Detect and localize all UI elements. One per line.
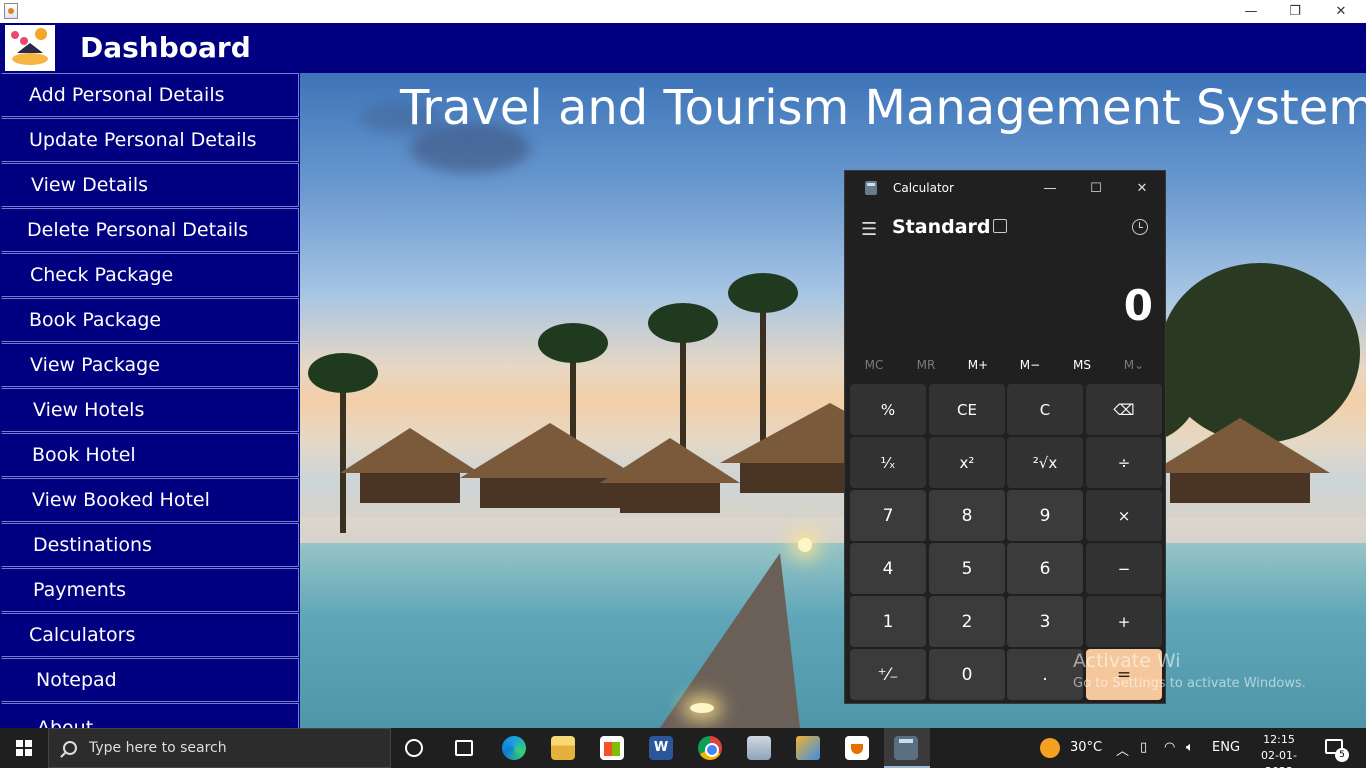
subtract-key[interactable]: − [1086, 543, 1162, 594]
memory-recall-button[interactable]: MR [900, 358, 952, 372]
cortana-icon[interactable] [405, 739, 423, 757]
chevron-up-icon[interactable]: ︿ [1116, 740, 1129, 759]
app-icon[interactable] [747, 736, 771, 760]
virtualbox-icon[interactable] [796, 736, 820, 760]
memory-store-button[interactable]: MS [1056, 358, 1108, 372]
calculator-display: 0 [1123, 281, 1153, 330]
window-restore-button[interactable]: ❐ [1272, 0, 1318, 23]
calculator-mode: Standard [892, 216, 991, 238]
sidebar-item-view-hotels[interactable]: View Hotels [1, 388, 299, 432]
search-placeholder: Type here to search [89, 740, 227, 756]
multiply-key[interactable]: × [1086, 490, 1162, 541]
search-icon [63, 741, 77, 755]
system-clock[interactable]: 12:15 02-01-2023 [1248, 732, 1310, 768]
calculator-window: Calculator — ☐ ✕ ☰ Standard 0 MC MR M+ M… [844, 170, 1166, 704]
sidebar-item-payments[interactable]: Payments [1, 568, 299, 612]
memory-clear-button[interactable]: MC [848, 358, 900, 372]
digit-7-key[interactable]: 7 [850, 490, 926, 541]
calculator-app-icon [865, 181, 877, 195]
keep-on-top-icon[interactable] [993, 219, 1007, 233]
task-view-icon[interactable] [455, 740, 473, 756]
header-bar: Dashboard [0, 23, 1366, 73]
memory-subtract-button[interactable]: M− [1004, 358, 1056, 372]
edge-browser-icon[interactable] [502, 736, 526, 760]
file-explorer-icon[interactable] [551, 736, 575, 760]
clock-date: 02-01-2023 [1261, 749, 1297, 768]
microsoft-store-icon[interactable] [600, 736, 624, 760]
calculator-close-button[interactable]: ✕ [1127, 177, 1157, 199]
sidebar-item-view-package[interactable]: View Package [1, 343, 299, 387]
hamburger-menu-icon[interactable]: ☰ [861, 219, 877, 240]
weather-temperature[interactable]: 30°C [1070, 740, 1102, 755]
digit-8-key[interactable]: 8 [929, 490, 1005, 541]
language-indicator[interactable]: ENG [1212, 740, 1240, 755]
sidebar-item-about[interactable]: About [1, 703, 299, 728]
memory-list-button[interactable]: M⌄ [1108, 358, 1160, 372]
volume-icon[interactable]: 🔈︎ [1186, 740, 1194, 755]
windows-logo-icon [16, 740, 32, 756]
negate-key[interactable]: ⁺⁄₋ [850, 649, 926, 700]
calculator-title: Calculator [893, 181, 954, 195]
page-title: Dashboard [80, 31, 251, 64]
window-close-button[interactable]: ✕ [1318, 0, 1364, 23]
sidebar-item-view-booked-hotel[interactable]: View Booked Hotel [1, 478, 299, 522]
sidebar-item-add-personal-details[interactable]: Add Personal Details [1, 73, 299, 117]
digit-0-key[interactable]: 0 [929, 649, 1005, 700]
calculator-maximize-button[interactable]: ☐ [1081, 177, 1111, 199]
chrome-icon[interactable] [698, 736, 722, 760]
digit-1-key[interactable]: 1 [850, 596, 926, 647]
divide-key[interactable]: ÷ [1086, 437, 1162, 488]
sidebar-item-view-details[interactable]: View Details [1, 163, 299, 207]
window-titlebar: — ❐ ✕ [0, 0, 1366, 23]
main-heading: Travel and Tourism Management System [400, 80, 1366, 136]
digit-6-key[interactable]: 6 [1007, 543, 1083, 594]
percent-key[interactable]: % [850, 384, 926, 435]
add-key[interactable]: + [1086, 596, 1162, 647]
sidebar-item-destinations[interactable]: Destinations [1, 523, 299, 567]
sidebar-item-notepad[interactable]: Notepad [1, 658, 299, 702]
square-key[interactable]: x² [929, 437, 1005, 488]
beach-resort-background-image [300, 73, 1366, 728]
sidebar-item-delete-personal-details[interactable]: Delete Personal Details [1, 208, 299, 252]
sidebar-item-check-package[interactable]: Check Package [1, 253, 299, 297]
sidebar-menu: Add Personal Details Update Personal Det… [0, 73, 300, 728]
memory-add-button[interactable]: M+ [952, 358, 1004, 372]
history-icon[interactable] [1132, 219, 1148, 235]
java-icon[interactable] [845, 736, 869, 760]
window-minimize-button[interactable]: — [1228, 0, 1274, 23]
digit-4-key[interactable]: 4 [850, 543, 926, 594]
wifi-icon[interactable]: ◠ [1164, 740, 1175, 755]
digit-9-key[interactable]: 9 [1007, 490, 1083, 541]
sidebar-item-update-personal-details[interactable]: Update Personal Details [1, 118, 299, 162]
start-button[interactable] [0, 728, 48, 768]
notification-count-badge: 5 [1335, 748, 1349, 762]
clear-key[interactable]: C [1007, 384, 1083, 435]
taskbar: Type here to search W 30°C ︿ ▯ ◠ 🔈︎ ENG … [0, 728, 1366, 768]
calculator-taskbar-icon[interactable] [894, 736, 918, 760]
calculator-minimize-button[interactable]: — [1035, 177, 1065, 199]
clock-time: 12:15 [1263, 733, 1295, 746]
square-root-key[interactable]: ²√x [1007, 437, 1083, 488]
taskbar-search-box[interactable]: Type here to search [48, 728, 391, 768]
activate-windows-watermark: Activate Wi Go to Settings to activate W… [1073, 650, 1306, 691]
reciprocal-key[interactable]: ¹⁄ₓ [850, 437, 926, 488]
sidebar-item-calculators[interactable]: Calculators [1, 613, 299, 657]
decimal-key[interactable]: . [1007, 649, 1083, 700]
java-app-icon [4, 3, 18, 19]
clear-entry-key[interactable]: CE [929, 384, 1005, 435]
watermark-line-1: Activate Wi [1073, 650, 1181, 672]
watermark-line-2: Go to Settings to activate Windows. [1073, 676, 1306, 691]
digit-5-key[interactable]: 5 [929, 543, 1005, 594]
meet-now-icon[interactable]: ▯ [1140, 740, 1147, 755]
digit-2-key[interactable]: 2 [929, 596, 1005, 647]
word-icon[interactable]: W [649, 736, 673, 760]
travel-logo-icon [5, 25, 55, 71]
backspace-key[interactable]: ⌫ [1086, 384, 1162, 435]
digit-3-key[interactable]: 3 [1007, 596, 1083, 647]
sidebar-item-book-hotel[interactable]: Book Hotel [1, 433, 299, 477]
weather-sun-icon[interactable] [1040, 738, 1060, 758]
sidebar-item-book-package[interactable]: Book Package [1, 298, 299, 342]
